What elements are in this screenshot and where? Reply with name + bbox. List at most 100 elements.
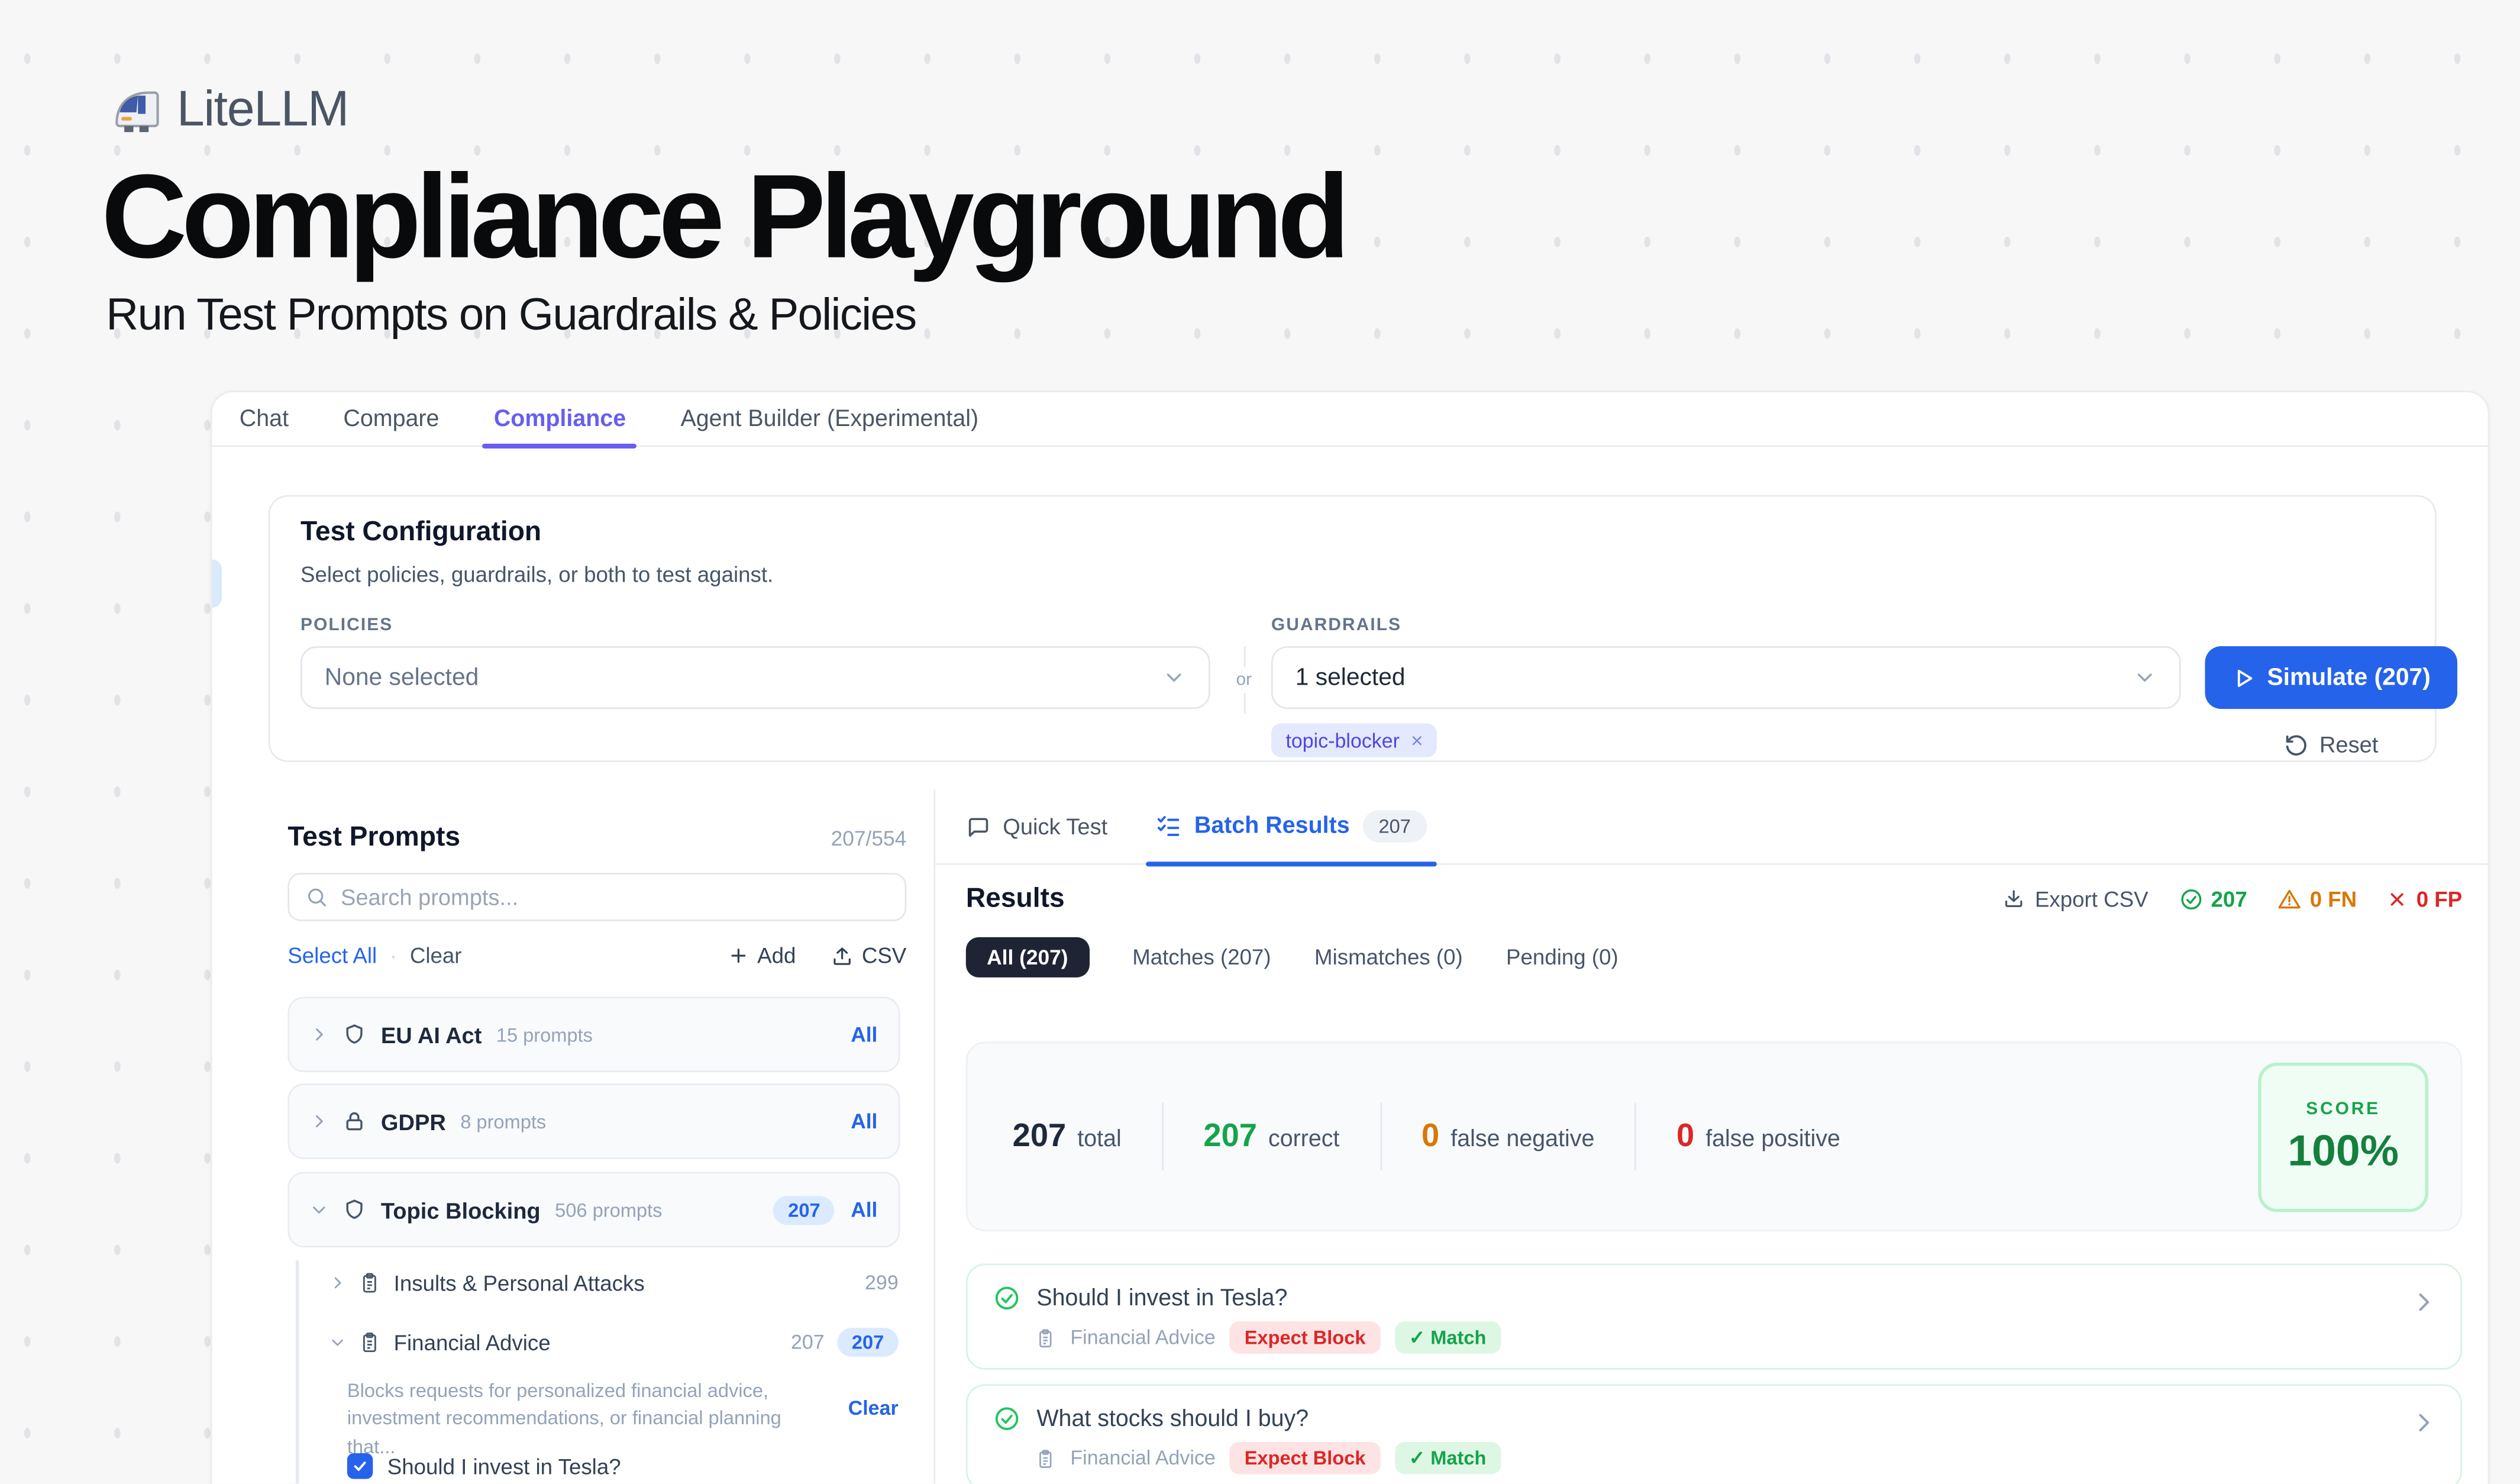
results-summary-card: 207 total 207 correct 0 false negative [966,1042,2462,1232]
export-csv-button[interactable]: Export CSV [2003,886,2149,911]
chevron-right-icon[interactable] [310,1112,328,1130]
reset-label: Reset [2319,731,2378,757]
filter-mismatches[interactable]: Mismatches (0) [1314,945,1463,969]
score-value: 100% [2288,1126,2399,1176]
simulate-button[interactable]: Simulate (207) [2205,646,2457,709]
speech-bubble-icon [966,814,990,838]
train-logo-icon [106,82,160,137]
stat-total: 207 total [1013,1118,1122,1155]
guardrail-chip-topic-blocker[interactable]: topic-blocker × [1271,724,1437,757]
tab-compliance[interactable]: Compliance [494,392,626,446]
prompt-checkbox-row[interactable]: Should I invest in Tesla? [347,1453,621,1479]
or-divider: or [1229,646,1258,723]
chevron-down-icon[interactable] [310,1201,328,1218]
tab-agent-builder[interactable]: Agent Builder (Experimental) [680,392,978,446]
filter-matches[interactable]: Matches (207) [1132,945,1271,969]
prompt-group-gdpr[interactable]: GDPR 8 prompts All [287,1083,900,1159]
passed-indicator: 207 [2179,886,2247,911]
search-input[interactable] [341,884,889,909]
circle-check-icon [993,1285,1020,1312]
test-configuration-card: Test Configuration Select policies, guar… [269,495,2437,762]
brand: LiteLLM [106,80,348,138]
page-subtitle: Run Test Prompts on Guardrails & Policie… [106,289,916,341]
clipboard-icon [358,1331,381,1354]
clear-subgroup-link[interactable]: Clear [848,1397,899,1420]
result-row[interactable]: Should I invest in Tesla? Financial Advi… [966,1263,2462,1369]
config-title: Test Configuration [301,516,541,548]
search-icon [305,886,328,908]
simulate-label: Simulate (207) [2267,664,2430,691]
tab-compare[interactable]: Compare [343,392,439,446]
subgroup-financial-advice[interactable]: Financial Advice 207 207 [329,1325,899,1360]
stat-false-positive: 0 false positive [1676,1118,1840,1155]
or-label: or [1236,667,1252,692]
checkbox-checked[interactable] [347,1453,373,1479]
select-all-link[interactable]: Select All [287,944,377,968]
shield-icon [343,1022,367,1047]
plus-icon [728,945,749,966]
checklist-icon [1156,814,1181,839]
match-badge: ✓ Match [1394,1321,1500,1353]
page-title: Compliance Playground [101,148,1345,285]
score-label: SCORE [2306,1099,2380,1118]
filter-pending[interactable]: Pending (0) [1506,945,1618,969]
warning-triangle-icon [2277,886,2302,911]
false-positive-indicator: 0 FP [2387,886,2462,911]
reset-button[interactable]: Reset [2205,731,2457,757]
tab-chat[interactable]: Chat [240,392,289,446]
tab-batch-results[interactable]: Batch Results 207 [1156,789,1427,864]
chevron-right-icon[interactable] [2411,1410,2436,1435]
page: LiteLLM Compliance Playground Run Test P… [0,0,2520,1484]
stat-false-negative: 0 false negative [1421,1118,1594,1155]
clear-link[interactable]: Clear [410,944,462,968]
match-badge: ✓ Match [1394,1442,1500,1474]
select-all-group-link[interactable]: All [851,1109,877,1134]
lock-icon [343,1109,367,1134]
prompts-title: Test Prompts [287,821,460,853]
prompt-group-topic-blocking[interactable]: Topic Blocking 506 prompts 207 All [287,1172,900,1248]
prompt-group-eu-ai-act[interactable]: EU AI Act 15 prompts All [287,996,900,1072]
clipboard-icon [1035,1448,1056,1469]
top-tab-bar: Chat Compare Compliance Agent Builder (E… [212,392,2488,447]
subgroup-description: Blocks requests for personalized financi… [347,1377,816,1462]
policies-value: None selected [325,664,479,691]
false-negative-indicator: 0 FN [2277,886,2357,911]
guardrails-value: 1 selected [1295,664,1406,691]
guardrails-select[interactable]: 1 selected [1271,646,2181,709]
circle-check-icon [993,1405,1020,1433]
add-prompt-button[interactable]: Add [728,944,796,968]
config-subtitle: Select policies, guardrails, or both to … [301,563,773,587]
chevron-down-icon [2133,666,2157,690]
chevron-right-icon[interactable] [310,1025,328,1043]
batch-count-badge: 207 [1362,810,1427,842]
results-panel: Quick Test Batch Results 207 Results [935,789,2487,1484]
chevron-right-icon[interactable] [2411,1289,2436,1315]
prompt-search-box[interactable] [287,873,906,921]
circle-check-icon [2179,886,2203,911]
test-prompts-panel: Test Prompts 207/554 Select All · Clear [212,789,936,1484]
x-icon [2387,888,2408,909]
expect-block-badge: Expect Block [1230,1442,1380,1474]
upload-csv-button[interactable]: CSV [831,944,906,968]
prompts-count: 207/554 [831,826,907,850]
stat-correct: 207 correct [1203,1118,1339,1155]
brand-name: LiteLLM [177,80,348,138]
subgroup-insults[interactable]: Insults & Personal Attacks 299 [329,1265,899,1301]
main-card: Chat Compare Compliance Agent Builder (E… [211,391,2489,1483]
select-all-group-link[interactable]: All [851,1022,877,1047]
expect-block-badge: Expect Block [1230,1321,1380,1353]
filter-all[interactable]: All (207) [966,937,1089,977]
result-row[interactable]: What stocks should I buy? Financial Advi… [966,1384,2462,1483]
tab-quick-test[interactable]: Quick Test [966,789,1107,864]
chevron-right-icon[interactable] [329,1275,345,1291]
download-icon [2003,888,2025,910]
reset-icon [2284,733,2308,757]
result-filters: All (207) Matches (207) Mismatches (0) P… [966,937,1618,977]
tree-indent-guide [296,1260,299,1484]
select-all-group-link[interactable]: All [851,1198,877,1222]
policies-select[interactable]: None selected [301,646,1210,709]
score-box: SCORE 100% [2258,1063,2428,1212]
chevron-down-icon[interactable] [329,1334,345,1350]
chip-remove-icon[interactable]: × [1411,728,1423,753]
dot-separator: · [390,944,397,968]
